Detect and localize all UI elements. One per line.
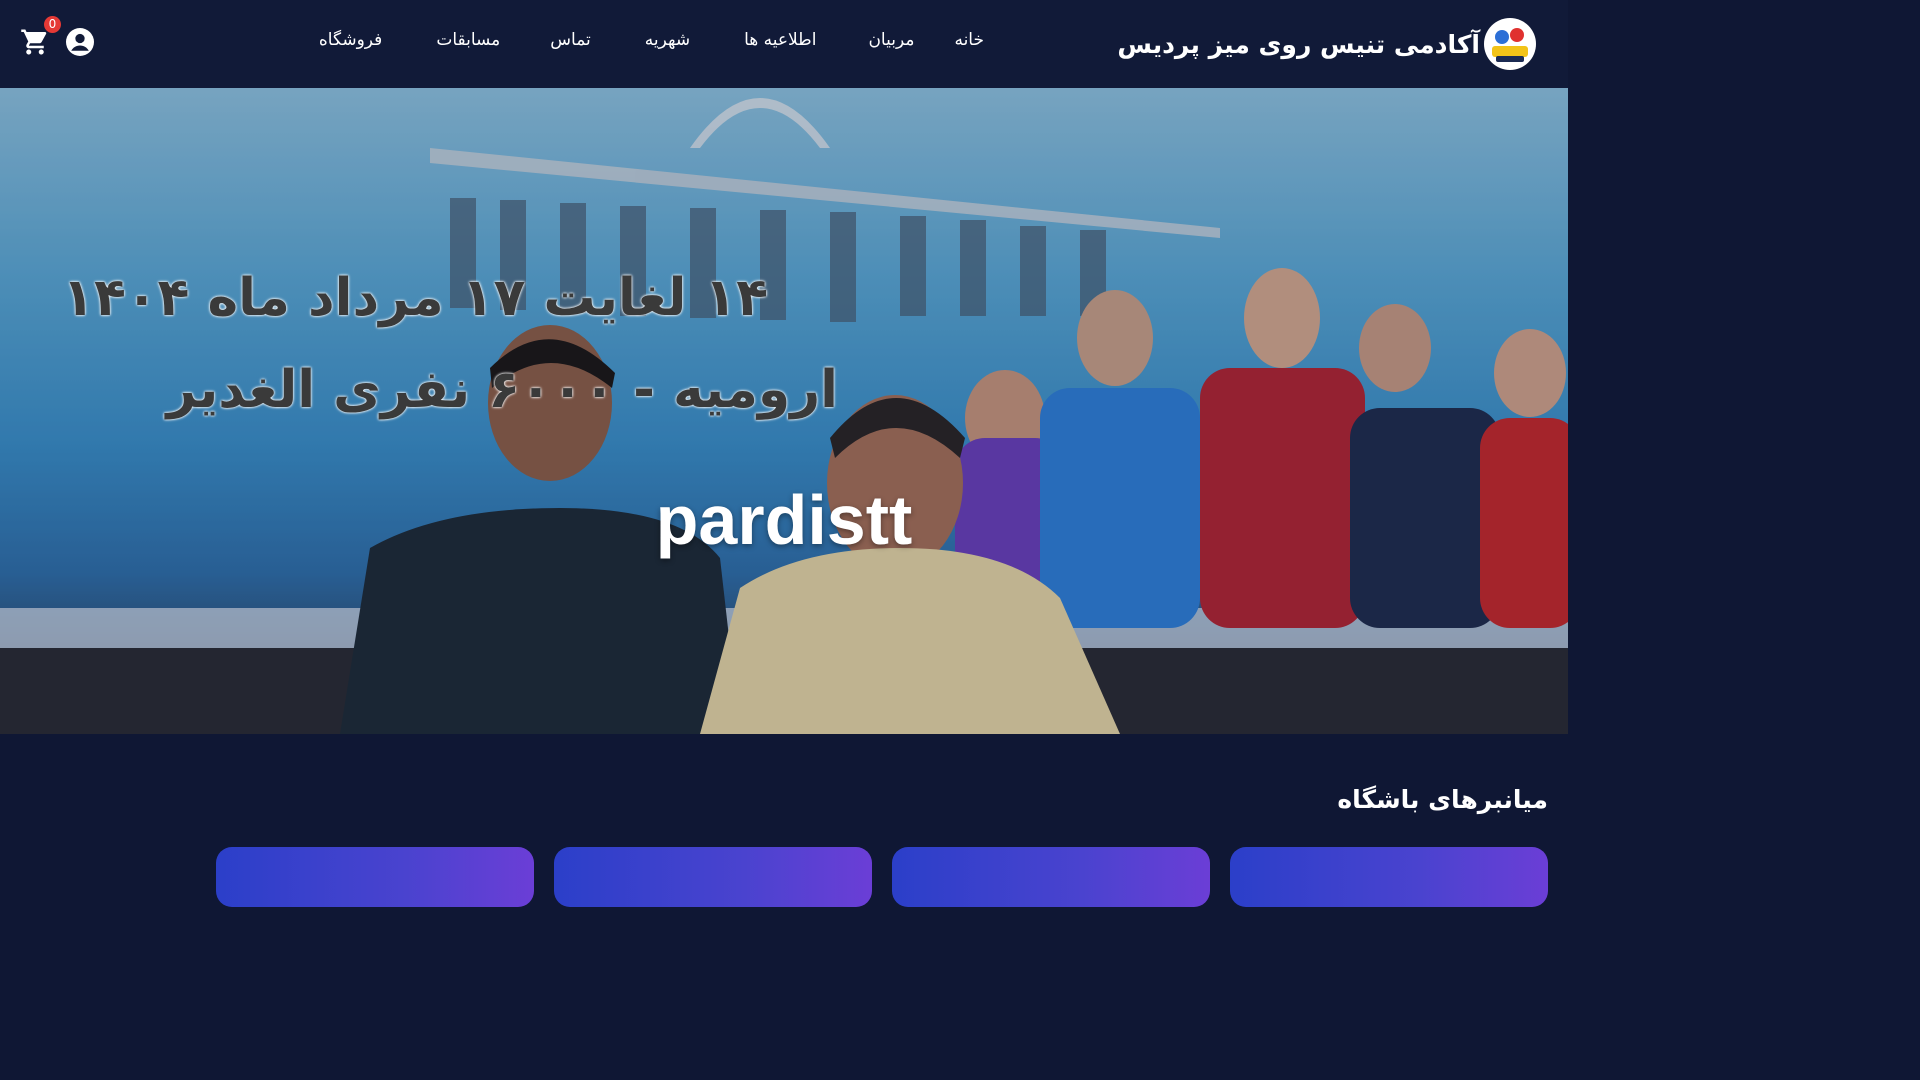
main-nav: خانه مربیان اطلاعیه ها شهریه تماس مسابقا…: [319, 30, 984, 50]
nav-link-shop[interactable]: فروشگاه: [319, 30, 382, 50]
top-navbar: آکادمی تنیس روی میز پردیس خانه مربیان اط…: [0, 0, 1568, 88]
nav-link-contact[interactable]: تماس: [550, 30, 591, 50]
shortcut-card[interactable]: [554, 847, 872, 907]
hero-title: pardistt: [655, 481, 913, 559]
shortcut-card[interactable]: [892, 847, 1210, 907]
logo-icon: [1486, 20, 1534, 68]
banner-venue-text: ارومیه - ۶۰۰۰ نفری الغدیر: [166, 360, 838, 420]
nav-link-tuition[interactable]: شهریه: [645, 30, 690, 50]
shortcut-card[interactable]: [1230, 847, 1548, 907]
nav-link-competitions[interactable]: مسابقات: [436, 30, 500, 50]
cart-count-badge: 0: [44, 16, 61, 33]
section-title: میانبرهای باشگاه: [1337, 785, 1548, 814]
shortcut-cards: [0, 847, 1568, 907]
shortcut-card[interactable]: [216, 847, 534, 907]
hero-banner: ۱۴ لغایت ۱۷ مرداد ماه ۱۴۰۴ ارومیه - ۶۰۰۰…: [0, 88, 1568, 734]
cart-button[interactable]: 0: [20, 16, 61, 57]
nav-link-home[interactable]: خانه: [954, 30, 984, 50]
user-icon[interactable]: [66, 28, 94, 56]
nav-link-announcements[interactable]: اطلاعیه ها: [744, 30, 816, 50]
brand-title: آکادمی تنیس روی میز پردیس: [1117, 29, 1480, 59]
nav-link-coaches[interactable]: مربیان: [868, 30, 914, 50]
header-actions: 0: [20, 16, 94, 57]
cart-icon: [21, 29, 47, 55]
brand[interactable]: آکادمی تنیس روی میز پردیس: [1117, 18, 1534, 70]
banner-date-text: ۱۴ لغایت ۱۷ مرداد ماه ۱۴۰۴: [62, 268, 768, 328]
